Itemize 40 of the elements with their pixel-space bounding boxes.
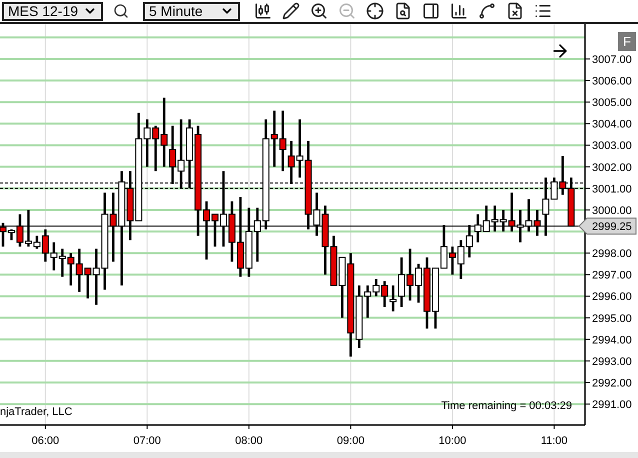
price-axis-label: 2994.00 (592, 334, 632, 346)
price-axis-label: 3005.00 (592, 97, 632, 110)
panel-button[interactable]: F (618, 32, 636, 51)
list-icon[interactable] (534, 2, 552, 20)
price-axis-label: 3001.00 (592, 183, 632, 196)
price-axis-label: 3004.00 (592, 118, 632, 131)
time-axis-label: 07:00 (133, 435, 161, 447)
price-axis-label: 3000.00 (592, 204, 632, 217)
price-axis-label: 2998.00 (592, 248, 632, 260)
time-remaining-text: Time remaining = 00:03:29 (441, 400, 572, 412)
price-axis-label: 3003.00 (592, 140, 632, 152)
zoom-in-icon[interactable] (310, 2, 328, 20)
price-axis-label: 3007.00 (592, 54, 632, 66)
time-axis-label: 06:00 (32, 435, 60, 447)
document-icon[interactable] (506, 2, 524, 20)
pencil-icon[interactable] (282, 2, 300, 20)
current-price-marker: 2999.25 (578, 218, 636, 235)
interval-dropdown[interactable]: 5 Minute (143, 2, 240, 20)
price-axis-label: 2991.00 (592, 399, 632, 412)
line-nodes-icon[interactable] (478, 2, 496, 20)
document-search-icon[interactable] (394, 2, 412, 20)
arrow-right-icon[interactable] (553, 44, 567, 58)
panel-icon[interactable] (422, 2, 440, 20)
instrument-dropdown[interactable]: MES 12-19 (2, 2, 103, 20)
time-axis-label: 09:00 (336, 435, 364, 447)
copyright-text: njaTrader, LLC (0, 406, 72, 418)
time-axis-label: 10:00 (438, 435, 466, 447)
price-axis-label: 2996.00 (592, 291, 632, 304)
time-axis-label: 08:00 (235, 435, 263, 447)
price-axis-label: 3002.00 (592, 162, 632, 174)
candlestick-icon[interactable] (254, 2, 272, 20)
price-axis-label: 3006.00 (592, 76, 632, 88)
bar-chart-icon[interactable] (450, 2, 468, 20)
price-axis-label: 2992.00 (592, 378, 632, 390)
search-icon[interactable] (113, 3, 129, 19)
price-axis-label: 2997.00 (592, 270, 632, 282)
time-axis-label: 11:00 (540, 435, 568, 447)
price-axis-label: 2993.00 (592, 356, 632, 368)
crosshair-icon[interactable] (366, 2, 384, 20)
price-axis-label: 2995.00 (592, 312, 632, 325)
